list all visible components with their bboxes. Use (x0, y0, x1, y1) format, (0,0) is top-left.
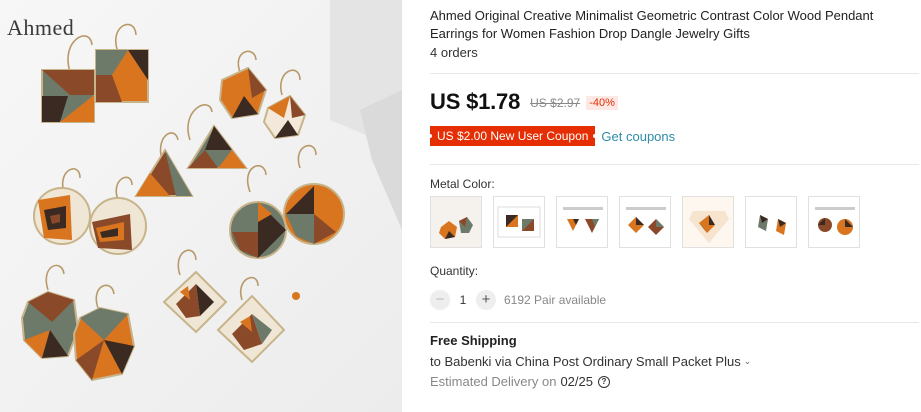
discount-badge: -40% (586, 96, 618, 110)
earring-diamond-thumb-icon (620, 197, 670, 247)
earring-hexagon-thumb-icon (431, 197, 481, 247)
variant-option-5[interactable] (682, 196, 734, 248)
variant-option-6[interactable] (745, 196, 797, 248)
shipping-destination[interactable]: to Babenki via China Post Ordinary Small… (430, 354, 751, 369)
quantity-label: Quantity: (430, 264, 479, 278)
chevron-down-icon[interactable]: ⌄ (744, 356, 752, 367)
quantity-input[interactable]: 1 (450, 293, 476, 307)
stock-available: 6192 Pair available (504, 293, 607, 307)
earring-rhombus-thumb-icon (683, 197, 733, 247)
estimated-delivery: Estimated Delivery on 02/25 ? (430, 374, 610, 389)
variant-option-3[interactable] (556, 196, 608, 248)
order-count: 4 orders (430, 45, 478, 60)
shipping-title: Free Shipping (430, 333, 517, 348)
variant-option-1[interactable] (430, 196, 482, 248)
variant-option-2[interactable] (493, 196, 545, 248)
divider (430, 322, 919, 323)
help-icon[interactable]: ? (598, 375, 610, 388)
product-image[interactable]: Ahmed (0, 0, 402, 412)
earring-square-thumb-icon (494, 197, 544, 247)
metal-color-label: Metal Color: (430, 177, 495, 191)
coupon-row: US $2.00 New User Coupon Get coupons (427, 126, 675, 146)
delivery-label: Estimated Delivery on (430, 374, 557, 389)
product-title: Ahmed Original Creative Minimalist Geome… (430, 8, 874, 41)
brand-watermark: Ahmed (7, 15, 75, 40)
current-price: US $1.78 (430, 89, 521, 114)
metal-color-options (430, 196, 871, 248)
increase-quantity-button[interactable]: + (476, 290, 496, 310)
divider (430, 73, 919, 74)
new-user-coupon[interactable]: US $2.00 New User Coupon (427, 126, 598, 146)
original-price: US $2.97 (530, 96, 581, 110)
earring-kite-thumb-icon (746, 197, 796, 247)
variant-option-4[interactable] (619, 196, 671, 248)
decrease-quantity-button[interactable]: − (430, 290, 450, 310)
earrings-photo (0, 0, 402, 412)
earring-circle-thumb-icon (809, 197, 859, 247)
delivery-date: 02/25 (560, 374, 593, 389)
divider (430, 164, 919, 165)
price-row: US $1.78 US $2.97 -40% (430, 89, 618, 115)
get-coupons-link[interactable]: Get coupons (601, 129, 675, 144)
variant-option-7[interactable] (808, 196, 860, 248)
earring-triangle-thumb-icon (557, 197, 607, 247)
shipping-method-text[interactable]: to Babenki via China Post Ordinary Small… (430, 354, 741, 369)
quantity-stepper: − 1 + 6192 Pair available (430, 290, 606, 310)
